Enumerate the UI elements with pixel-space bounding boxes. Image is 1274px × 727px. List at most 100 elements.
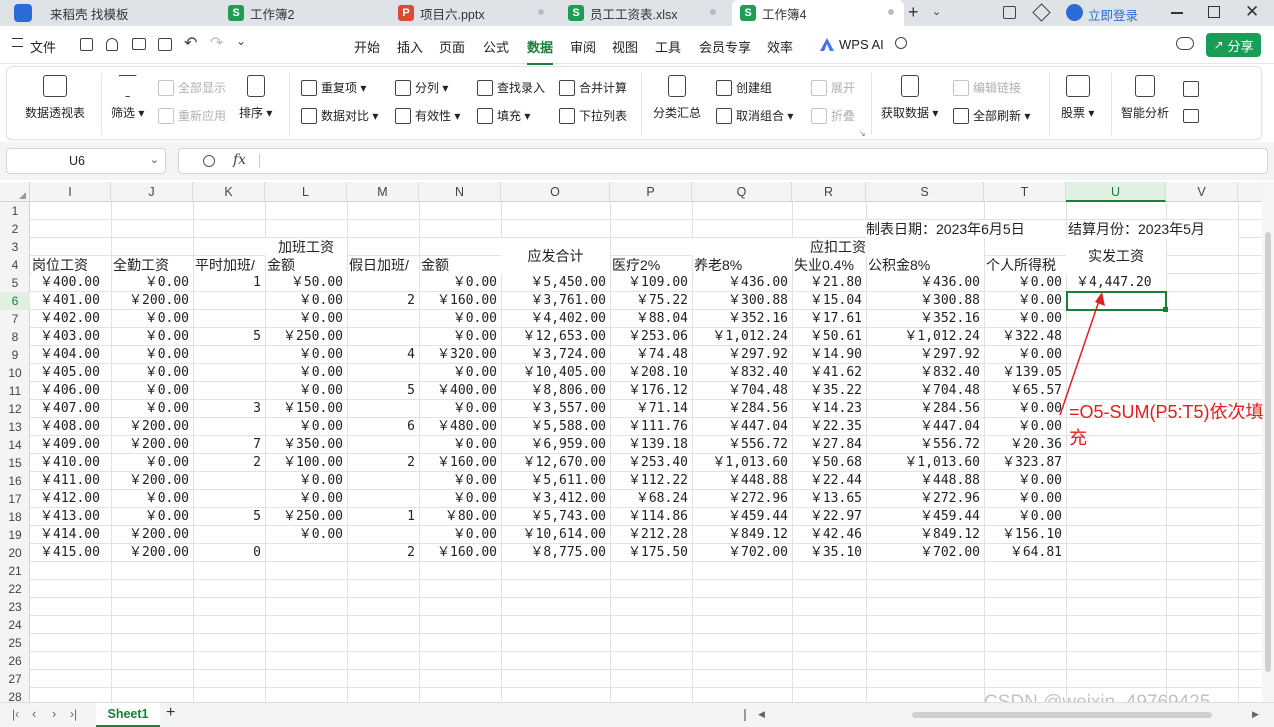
cell-R12[interactable]: ￥14.23 bbox=[792, 400, 866, 418]
cell-S13[interactable]: ￥447.04 bbox=[866, 418, 984, 436]
row-header-8[interactable]: 8 bbox=[0, 328, 30, 346]
column-header-I[interactable]: I bbox=[30, 182, 111, 202]
row-header-7[interactable]: 7 bbox=[0, 310, 30, 328]
cell-O5[interactable]: ￥5,450.00 bbox=[501, 274, 610, 292]
share-button[interactable]: ↗ 分享 bbox=[1206, 33, 1261, 57]
row-header-4[interactable]: 4 bbox=[0, 256, 30, 274]
cell-L14[interactable]: ￥350.00 bbox=[265, 436, 347, 454]
row-header-15[interactable]: 15 bbox=[0, 454, 30, 472]
cell-L4[interactable]: 金额 bbox=[267, 256, 347, 274]
column-header-J[interactable]: J bbox=[111, 182, 193, 202]
cell-S19[interactable]: ￥849.12 bbox=[866, 526, 984, 544]
filter-button[interactable]: 筛选 ▾ bbox=[111, 75, 144, 121]
cube-icon[interactable] bbox=[1032, 3, 1051, 22]
column-header-R[interactable]: R bbox=[792, 182, 866, 202]
cell-S20[interactable]: ￥702.00 bbox=[866, 544, 984, 562]
row-header-12[interactable]: 12 bbox=[0, 400, 30, 418]
cell-M6[interactable]: 2 bbox=[347, 292, 419, 310]
cell-J8[interactable]: ￥0.00 bbox=[111, 328, 193, 346]
fill-handle[interactable] bbox=[1163, 307, 1168, 312]
cell-grid[interactable]: 制表日期：2023年6月5日 结算月份：2023年5月 加班工资 应发合计 应扣工资 实发… bbox=[30, 202, 1262, 702]
cell-I13[interactable]: ￥408.00 bbox=[30, 418, 111, 436]
cell-M4[interactable]: 假日加班/ bbox=[349, 256, 419, 274]
tab-close-icon[interactable] bbox=[888, 9, 894, 15]
hscroll-left-icon[interactable]: ◀ bbox=[758, 709, 765, 720]
column-header-V[interactable]: V bbox=[1166, 182, 1238, 202]
cell-L16[interactable]: ￥0.00 bbox=[265, 472, 347, 490]
cloud-sync-icon[interactable] bbox=[1176, 37, 1194, 50]
menu-tab-7[interactable]: 视图 bbox=[612, 37, 638, 56]
cell-U3-net[interactable]: 实发工资 bbox=[1066, 238, 1166, 274]
pivot-table-button[interactable]: 数据透视表 bbox=[25, 75, 85, 121]
sheet-tab-sheet1[interactable]: Sheet1 bbox=[96, 703, 160, 727]
wps-logo-icon[interactable] bbox=[14, 4, 32, 22]
cell-J10[interactable]: ￥0.00 bbox=[111, 364, 193, 382]
row-header-23[interactable]: 23 bbox=[0, 598, 30, 616]
cell-J16[interactable]: ￥200.00 bbox=[111, 472, 193, 490]
hamburger-icon[interactable] bbox=[12, 38, 23, 47]
cell-Q7[interactable]: ￥352.16 bbox=[692, 310, 792, 328]
cell-N10[interactable]: ￥0.00 bbox=[419, 364, 501, 382]
create-group-button[interactable]: 创建组 bbox=[716, 79, 772, 96]
hscroll-thumb[interactable] bbox=[912, 712, 1212, 718]
cell-N4[interactable]: 金额 bbox=[421, 256, 501, 274]
tab-2[interactable]: S 工作簿2 bbox=[220, 0, 384, 26]
cell-N14[interactable]: ￥0.00 bbox=[419, 436, 501, 454]
dropdown-list-button[interactable]: 下拉列表 bbox=[559, 107, 627, 124]
fx-icon[interactable]: fx bbox=[233, 152, 246, 168]
cell-I17[interactable]: ￥412.00 bbox=[30, 490, 111, 508]
cell-U2-month[interactable]: 结算月份：2023年5月 bbox=[1068, 220, 1238, 238]
cell-T4[interactable]: 个人所得税 bbox=[986, 256, 1066, 274]
ribbon-extra-icon-2[interactable] bbox=[1183, 109, 1199, 123]
cell-K20[interactable]: 0 bbox=[193, 544, 265, 562]
cell-T16[interactable]: ￥0.00 bbox=[984, 472, 1066, 490]
cell-I18[interactable]: ￥413.00 bbox=[30, 508, 111, 526]
column-header-Q[interactable]: Q bbox=[692, 182, 792, 202]
cell-S8[interactable]: ￥1,012.24 bbox=[866, 328, 984, 346]
select-all-corner[interactable] bbox=[0, 182, 30, 202]
row-header-16[interactable]: 16 bbox=[0, 472, 30, 490]
file-menu[interactable]: 文件 bbox=[30, 37, 56, 56]
row-header-11[interactable]: 11 bbox=[0, 382, 30, 400]
cell-L19[interactable]: ￥0.00 bbox=[265, 526, 347, 544]
cell-Q13[interactable]: ￥447.04 bbox=[692, 418, 792, 436]
cell-K18[interactable]: 5 bbox=[193, 508, 265, 526]
cell-S2-date[interactable]: 制表日期：2023年6月5日 bbox=[866, 220, 1066, 238]
cell-S14[interactable]: ￥556.72 bbox=[866, 436, 984, 454]
cell-R6[interactable]: ￥15.04 bbox=[792, 292, 866, 310]
cell-I7[interactable]: ￥402.00 bbox=[30, 310, 111, 328]
window-restore-icon[interactable] bbox=[1003, 6, 1016, 19]
cell-T20[interactable]: ￥64.81 bbox=[984, 544, 1066, 562]
name-box-chevron-icon[interactable]: ⌄ bbox=[150, 153, 159, 166]
login-link[interactable]: 立即登录 bbox=[1088, 5, 1138, 24]
menu-tab-9[interactable]: 会员专享 bbox=[699, 37, 751, 56]
cell-J17[interactable]: ￥0.00 bbox=[111, 490, 193, 508]
cell-T13[interactable]: ￥0.00 bbox=[984, 418, 1066, 436]
cell-N20[interactable]: ￥160.00 bbox=[419, 544, 501, 562]
row-header-1[interactable]: 1 bbox=[0, 202, 30, 220]
row-header-5[interactable]: 5 bbox=[0, 274, 30, 292]
row-header-19[interactable]: 19 bbox=[0, 526, 30, 544]
split-button[interactable]: 分列 ▾ bbox=[395, 79, 448, 96]
cell-O17[interactable]: ￥3,412.00 bbox=[501, 490, 610, 508]
cell-Q4[interactable]: 养老8% bbox=[694, 256, 792, 274]
row-header-22[interactable]: 22 bbox=[0, 580, 30, 598]
cell-S10[interactable]: ￥832.40 bbox=[866, 364, 984, 382]
cell-L13[interactable]: ￥0.00 bbox=[265, 418, 347, 436]
cell-P7[interactable]: ￥88.04 bbox=[610, 310, 692, 328]
menu-tab-3[interactable]: 页面 bbox=[439, 37, 465, 56]
cell-J20[interactable]: ￥200.00 bbox=[111, 544, 193, 562]
consolidate-button[interactable]: 合并计算 bbox=[559, 79, 627, 96]
cell-R8[interactable]: ￥50.61 bbox=[792, 328, 866, 346]
cell-I8[interactable]: ￥403.00 bbox=[30, 328, 111, 346]
column-header-M[interactable]: M bbox=[347, 182, 419, 202]
cell-P9[interactable]: ￥74.48 bbox=[610, 346, 692, 364]
maximize-icon[interactable] bbox=[1208, 6, 1220, 18]
cell-Q11[interactable]: ￥704.48 bbox=[692, 382, 792, 400]
tab-list-chevron-icon[interactable]: ⌄ bbox=[932, 5, 941, 18]
prev-sheet-icon[interactable]: ‹ bbox=[32, 706, 36, 721]
cell-Q15[interactable]: ￥1,013.60 bbox=[692, 454, 792, 472]
cell-N16[interactable]: ￥0.00 bbox=[419, 472, 501, 490]
cell-R9[interactable]: ￥14.90 bbox=[792, 346, 866, 364]
wps-ai-icon[interactable] bbox=[820, 38, 834, 51]
